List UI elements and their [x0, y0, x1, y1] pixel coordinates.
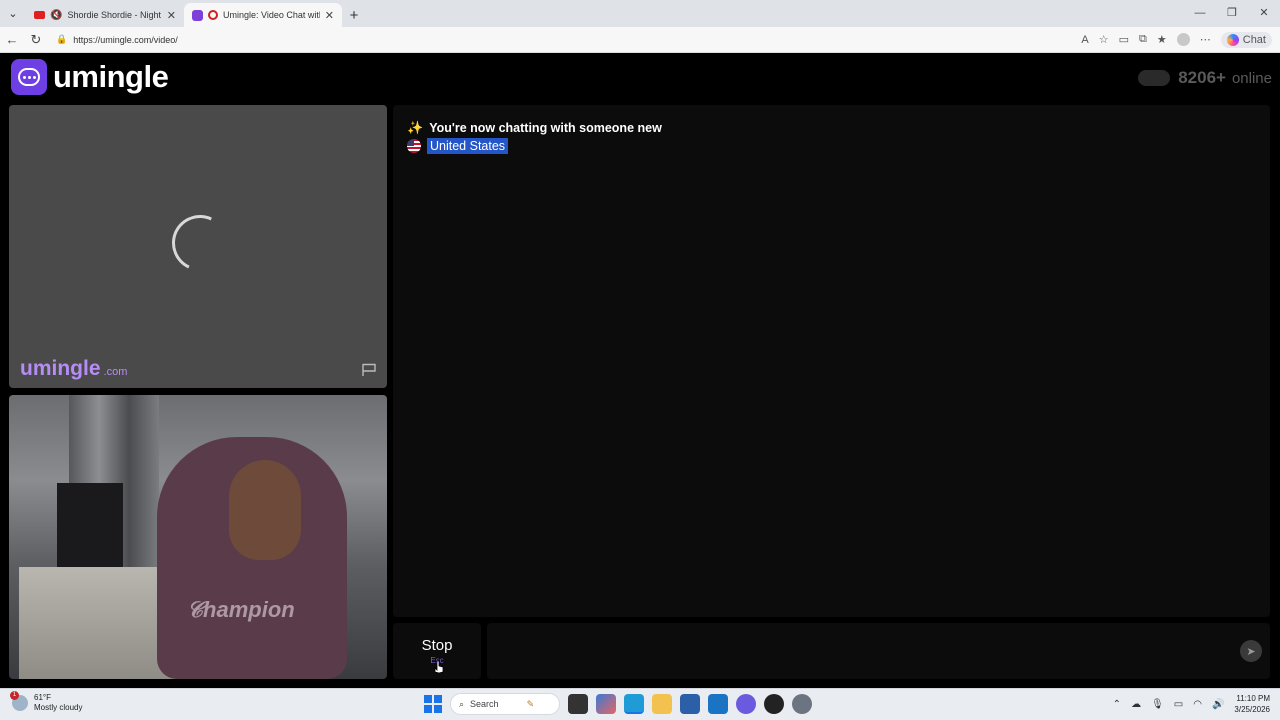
new-tab-button[interactable]: +	[342, 3, 366, 27]
weather-badge: 1	[10, 691, 19, 700]
copilot-app-icon[interactable]	[596, 694, 616, 714]
watermark-tld: .com	[103, 366, 128, 378]
send-icon[interactable]: ➤	[1240, 640, 1262, 662]
watermark-name: umingle	[20, 357, 101, 380]
discord-icon[interactable]	[736, 694, 756, 714]
media-app-icon[interactable]	[764, 694, 784, 714]
display-icon[interactable]: ▭	[1174, 699, 1183, 710]
taskbar-apps: ⌕ Search ✎	[424, 693, 812, 715]
extensions-icon[interactable]: ⧉	[1139, 33, 1147, 46]
stranger-country: United States	[427, 138, 509, 154]
url-field[interactable]: 🔒 https://umingle.com/video/	[52, 30, 1072, 50]
clock[interactable]: 11:10 PM 3/25/2026	[1234, 693, 1270, 715]
file-explorer-icon[interactable]	[652, 694, 672, 714]
window-controls: — ❐ ✕	[1184, 0, 1280, 27]
search-label: Search	[470, 699, 499, 709]
site-logo[interactable]: umingle	[11, 59, 169, 95]
taskbar-search[interactable]: ⌕ Search ✎	[450, 693, 560, 715]
onedrive-icon[interactable]: ☁	[1131, 699, 1141, 710]
logo-text: umingle	[53, 59, 169, 94]
youtube-icon	[34, 11, 45, 19]
recording-icon	[208, 10, 218, 20]
copilot-chat-button[interactable]: Chat	[1220, 31, 1272, 48]
browser-tab-youtube[interactable]: 🔇 Shordie Shordie - Night Time ✕	[26, 3, 184, 27]
favorite-star-icon[interactable]: ☆	[1099, 33, 1109, 46]
back-button[interactable]: ←	[0, 32, 24, 47]
status-message: You're now chatting with someone new	[429, 121, 662, 135]
weather-desc: Mostly cloudy	[34, 703, 83, 712]
browser-tab-bar: ⌄ 🔇 Shordie Shordie - Night Time ✕ Uming…	[0, 0, 1280, 27]
loading-spinner-icon	[164, 207, 236, 279]
online-counter: 8206+ online	[1138, 68, 1272, 88]
site-info-icon[interactable]: 🔒	[56, 34, 67, 45]
microphone-icon[interactable]: 🎙	[1151, 699, 1164, 710]
restore-button[interactable]: ❐	[1216, 0, 1248, 27]
online-toggle[interactable]	[1138, 70, 1171, 86]
copilot-icon	[1226, 33, 1239, 46]
hoodie-logo: 𝒞hampion	[187, 597, 295, 622]
stop-label: Stop	[421, 637, 453, 654]
mouse-pointer-icon	[434, 660, 444, 674]
settings-gear-icon[interactable]	[792, 694, 812, 714]
taskbar: 1 61°F Mostly cloudy ⌕ Search ✎ ⌃ ☁ 🎙 ▭ …	[0, 688, 1280, 720]
search-icon: ⌕	[459, 698, 465, 709]
task-view-icon[interactable]	[568, 694, 588, 714]
message-input[interactable]: ➤	[487, 623, 1270, 679]
outlook-icon[interactable]	[708, 694, 728, 714]
us-flag-icon	[407, 139, 421, 153]
report-flag-icon[interactable]	[361, 363, 377, 377]
umingle-icon	[192, 9, 203, 21]
refresh-button[interactable]: ↻	[24, 32, 48, 48]
cloudy-weather-icon: 1	[10, 691, 28, 711]
self-video: 𝒞hampion	[9, 395, 387, 679]
read-aloud-icon[interactable]: A	[1081, 34, 1088, 46]
tab-title: Umingle: Video Chat with Str	[223, 10, 320, 20]
status-message-line: ✨ You're now chatting with someone new	[407, 120, 662, 136]
browser-tab-umingle[interactable]: Umingle: Video Chat with Str ✕	[184, 3, 342, 27]
online-count: 8206+	[1178, 68, 1226, 87]
chat-log: ✨ You're now chatting with someone new U…	[393, 105, 1270, 617]
chat-bubble-logo-icon	[11, 59, 47, 95]
online-label: online	[1231, 69, 1272, 87]
minimize-button[interactable]: —	[1184, 0, 1216, 27]
toolbar-right: A ☆ ▭ ⧉ ★ ⋯ Chat	[1081, 31, 1280, 48]
stranger-video: umingle .com	[9, 105, 387, 388]
volume-icon[interactable]: 🔊	[1212, 699, 1224, 710]
background-desk	[19, 567, 179, 679]
umingle-page: umingle 8206+ online umingle .com 𝒞hampi…	[0, 54, 1280, 688]
country-line: United States	[407, 138, 509, 154]
system-tray: ⌃ ☁ 🎙 ▭ ◠ 🔊 11:10 PM 3/25/2026	[1113, 693, 1270, 715]
split-screen-icon[interactable]: ▭	[1119, 33, 1129, 46]
url-text: https://umingle.com/video/	[73, 34, 178, 45]
video-watermark: umingle .com	[20, 357, 127, 381]
tab-title: Shordie Shordie - Night Time	[67, 10, 162, 20]
person-face	[229, 460, 301, 560]
weather-widget[interactable]: 1 61°F Mostly cloudy	[10, 691, 83, 713]
muted-speaker-icon[interactable]: 🔇	[50, 10, 62, 21]
copilot-chat-label: Chat	[1242, 33, 1266, 46]
close-window-button[interactable]: ✕	[1248, 0, 1280, 27]
tab-close-icon[interactable]: ✕	[325, 9, 334, 22]
tab-actions-chevron-icon[interactable]: ⌄	[0, 0, 26, 27]
clock-time: 11:10 PM	[1236, 694, 1270, 703]
tab-close-icon[interactable]: ✕	[167, 9, 176, 22]
store-icon[interactable]	[680, 694, 700, 714]
search-highlight-icon: ✎	[526, 698, 535, 709]
weather-temp: 61°F	[34, 693, 51, 702]
windows-start-icon[interactable]	[424, 695, 442, 713]
more-menu-icon[interactable]: ⋯	[1200, 33, 1211, 46]
edge-browser-icon[interactable]	[624, 694, 644, 714]
clock-date: 3/25/2026	[1234, 705, 1270, 714]
favorites-icon[interactable]: ★	[1157, 33, 1167, 46]
tray-overflow-chevron-icon[interactable]: ⌃	[1113, 699, 1121, 710]
wifi-icon[interactable]: ◠	[1193, 699, 1202, 710]
address-bar: ← ↻ 🔒 https://umingle.com/video/ A ☆ ▭ ⧉…	[0, 27, 1280, 53]
sparkle-icon: ✨	[407, 120, 424, 135]
profile-avatar[interactable]	[1176, 33, 1190, 46]
